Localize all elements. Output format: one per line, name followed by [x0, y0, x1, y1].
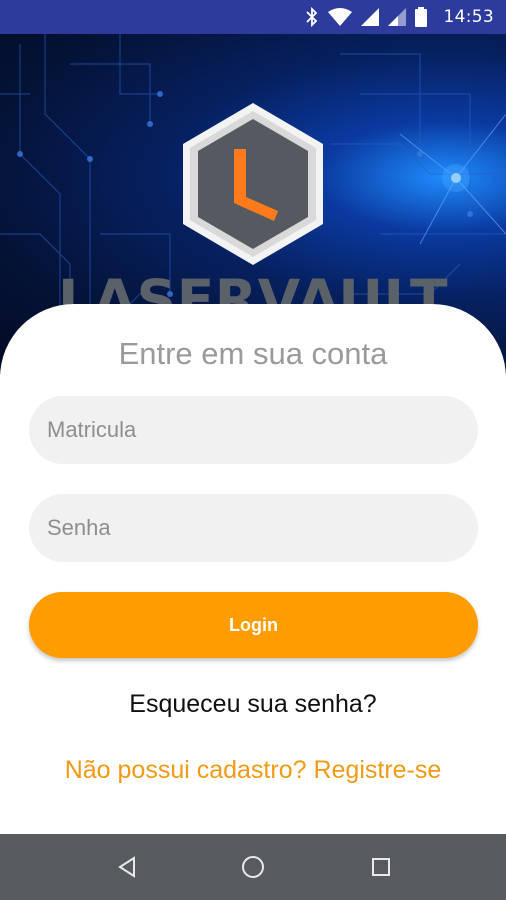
signal-icon — [387, 8, 406, 26]
laservault-logo-icon — [183, 103, 323, 265]
login-card — [0, 304, 506, 834]
back-icon[interactable] — [112, 852, 142, 882]
signal-icon — [360, 8, 379, 26]
recents-icon[interactable] — [366, 852, 396, 882]
navigation-bar — [0, 834, 506, 900]
status-time: 14:53 — [443, 7, 494, 27]
status-bar: 14:53 — [0, 0, 506, 34]
senha-field[interactable] — [29, 494, 478, 562]
login-title: Entre em sua conta — [118, 336, 388, 371]
senha-input[interactable] — [47, 515, 478, 541]
battery-icon — [414, 7, 427, 27]
forgot-password-link[interactable]: Esqueceu sua senha? — [0, 690, 506, 719]
home-icon[interactable] — [238, 852, 268, 882]
login-button[interactable]: Login — [29, 592, 478, 658]
register-link[interactable]: Não possui cadastro? Registre-se — [0, 756, 506, 785]
matricula-field[interactable] — [29, 396, 478, 464]
matricula-input[interactable] — [47, 417, 478, 443]
wifi-icon — [327, 8, 352, 26]
bluetooth-icon — [305, 7, 319, 27]
